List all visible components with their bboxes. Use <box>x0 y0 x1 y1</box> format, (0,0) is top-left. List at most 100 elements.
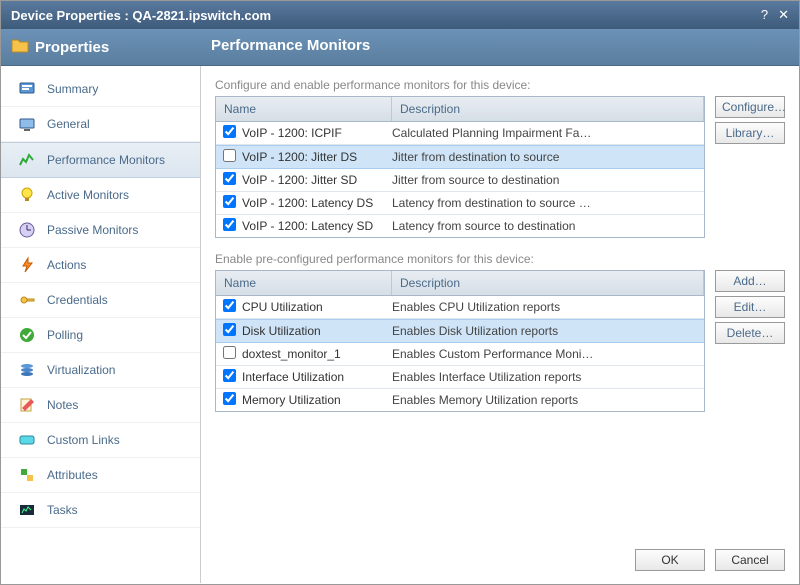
row-name: CPU Utilization <box>242 300 392 314</box>
sidebar-item-label: Polling <box>47 328 83 342</box>
table-row[interactable]: VoIP - 1200: Latency SDLatency from sour… <box>216 215 704 237</box>
sidebar-item-label: Notes <box>47 398 78 412</box>
sidebar-item-label: Custom Links <box>47 433 120 447</box>
main-panel: Configure and enable performance monitor… <box>201 66 799 583</box>
sidebar: Summary General Performance Monitors Act… <box>1 66 201 583</box>
row-checkbox[interactable] <box>223 299 236 312</box>
sidebar-item-passive-monitors[interactable]: Passive Monitors <box>1 213 200 248</box>
row-checkbox[interactable] <box>223 172 236 185</box>
clock-icon <box>17 220 37 240</box>
row-description: Jitter from source to destination <box>392 173 704 187</box>
row-name: VoIP - 1200: Latency DS <box>242 196 392 210</box>
table2: Name Description CPU UtilizationEnables … <box>215 270 705 412</box>
row-description: Enables CPU Utilization reports <box>392 300 704 314</box>
sidebar-item-notes[interactable]: Notes <box>1 388 200 423</box>
row-checkbox[interactable] <box>223 195 236 208</box>
sidebar-item-label: Credentials <box>47 293 108 307</box>
row-name: VoIP - 1200: Jitter SD <box>242 173 392 187</box>
sidebar-item-label: Attributes <box>47 468 98 482</box>
row-name: Interface Utilization <box>242 370 392 384</box>
sidebar-item-tasks[interactable]: Tasks <box>1 493 200 528</box>
table-row[interactable]: VoIP - 1200: Latency DSLatency from dest… <box>216 192 704 215</box>
help-icon[interactable]: ? <box>761 7 768 23</box>
row-checkbox[interactable] <box>223 149 236 162</box>
properties-folder-icon <box>11 37 29 57</box>
subheader-right-label: Performance Monitors <box>201 29 380 65</box>
row-description: Latency from source to destination <box>392 219 704 233</box>
table-row[interactable]: Memory UtilizationEnables Memory Utiliza… <box>216 389 704 411</box>
table1: Name Description VoIP - 1200: ICPIFCalcu… <box>215 96 705 238</box>
col-description[interactable]: Description <box>392 271 704 295</box>
stack-icon <box>17 360 37 380</box>
sidebar-item-label: Actions <box>47 258 86 272</box>
row-name: Memory Utilization <box>242 393 392 407</box>
configure-button[interactable]: Configure… <box>715 96 785 118</box>
row-name: doxtest_monitor_1 <box>242 347 392 361</box>
table2-header: Name Description <box>216 271 704 296</box>
delete-button[interactable]: Delete… <box>715 322 785 344</box>
sidebar-item-label: Tasks <box>47 503 78 517</box>
row-checkbox[interactable] <box>223 392 236 405</box>
bulb-icon <box>17 185 37 205</box>
table1-body[interactable]: VoIP - 1200: ICPIFCalculated Planning Im… <box>216 122 704 237</box>
sidebar-item-attributes[interactable]: Attributes <box>1 458 200 493</box>
row-checkbox[interactable] <box>223 323 236 336</box>
table-row[interactable]: Disk UtilizationEnables Disk Utilization… <box>216 319 704 343</box>
row-name: VoIP - 1200: ICPIF <box>242 126 392 140</box>
row-name: VoIP - 1200: Jitter DS <box>242 150 392 164</box>
add-button[interactable]: Add… <box>715 270 785 292</box>
row-checkbox[interactable] <box>223 346 236 359</box>
content-area: Summary General Performance Monitors Act… <box>1 66 799 583</box>
row-checkbox[interactable] <box>223 218 236 231</box>
table-row[interactable]: VoIP - 1200: Jitter SDJitter from source… <box>216 169 704 192</box>
row-name: VoIP - 1200: Latency SD <box>242 219 392 233</box>
sidebar-item-label: Performance Monitors <box>47 153 165 167</box>
sidebar-item-general[interactable]: General <box>1 107 200 142</box>
sidebar-item-summary[interactable]: Summary <box>1 72 200 107</box>
library-button[interactable]: Library… <box>715 122 785 144</box>
sidebar-item-virtualization[interactable]: Virtualization <box>1 353 200 388</box>
table2-body[interactable]: CPU UtilizationEnables CPU Utilization r… <box>216 296 704 411</box>
sidebar-item-active-monitors[interactable]: Active Monitors <box>1 178 200 213</box>
titlebar: Device Properties : QA-2821.ipswitch.com… <box>1 1 799 29</box>
col-description[interactable]: Description <box>392 97 704 121</box>
section1-label: Configure and enable performance monitor… <box>215 78 785 92</box>
sidebar-item-actions[interactable]: Actions <box>1 248 200 283</box>
subheader: Properties Performance Monitors <box>1 29 799 66</box>
sidebar-item-label: Virtualization <box>47 363 115 377</box>
col-name[interactable]: Name <box>216 271 392 295</box>
attributes-icon <box>17 465 37 485</box>
sidebar-item-label: Summary <box>47 82 98 96</box>
sidebar-item-performance-monitors[interactable]: Performance Monitors <box>1 142 200 178</box>
row-checkbox[interactable] <box>223 125 236 138</box>
sidebar-item-label: Passive Monitors <box>47 223 138 237</box>
row-checkbox[interactable] <box>223 369 236 382</box>
sidebar-item-custom-links[interactable]: Custom Links <box>1 423 200 458</box>
row-description: Calculated Planning Impairment Fa… <box>392 126 704 140</box>
close-icon[interactable]: ✕ <box>778 7 789 23</box>
tasks-icon <box>17 500 37 520</box>
col-name[interactable]: Name <box>216 97 392 121</box>
ok-button[interactable]: OK <box>635 549 705 571</box>
table-row[interactable]: doxtest_monitor_1Enables Custom Performa… <box>216 343 704 366</box>
table-row[interactable]: VoIP - 1200: ICPIFCalculated Planning Im… <box>216 122 704 145</box>
table-row[interactable]: Interface UtilizationEnables Interface U… <box>216 366 704 389</box>
sidebar-item-credentials[interactable]: Credentials <box>1 283 200 318</box>
row-description: Enables Custom Performance Moni… <box>392 347 704 361</box>
general-icon <box>17 114 37 134</box>
sidebar-item-label: General <box>47 117 90 131</box>
cancel-button[interactable]: Cancel <box>715 549 785 571</box>
key-icon <box>17 290 37 310</box>
notes-icon <box>17 395 37 415</box>
table-row[interactable]: VoIP - 1200: Jitter DSJitter from destin… <box>216 145 704 169</box>
row-name: Disk Utilization <box>242 324 392 338</box>
sidebar-item-polling[interactable]: Polling <box>1 318 200 353</box>
performance-monitors-icon <box>17 150 37 170</box>
sidebar-item-label: Active Monitors <box>47 188 129 202</box>
row-description: Enables Interface Utilization reports <box>392 370 704 384</box>
polling-icon <box>17 325 37 345</box>
edit-button[interactable]: Edit… <box>715 296 785 318</box>
table-row[interactable]: CPU UtilizationEnables CPU Utilization r… <box>216 296 704 319</box>
link-icon <box>17 430 37 450</box>
row-description: Enables Disk Utilization reports <box>392 324 704 338</box>
